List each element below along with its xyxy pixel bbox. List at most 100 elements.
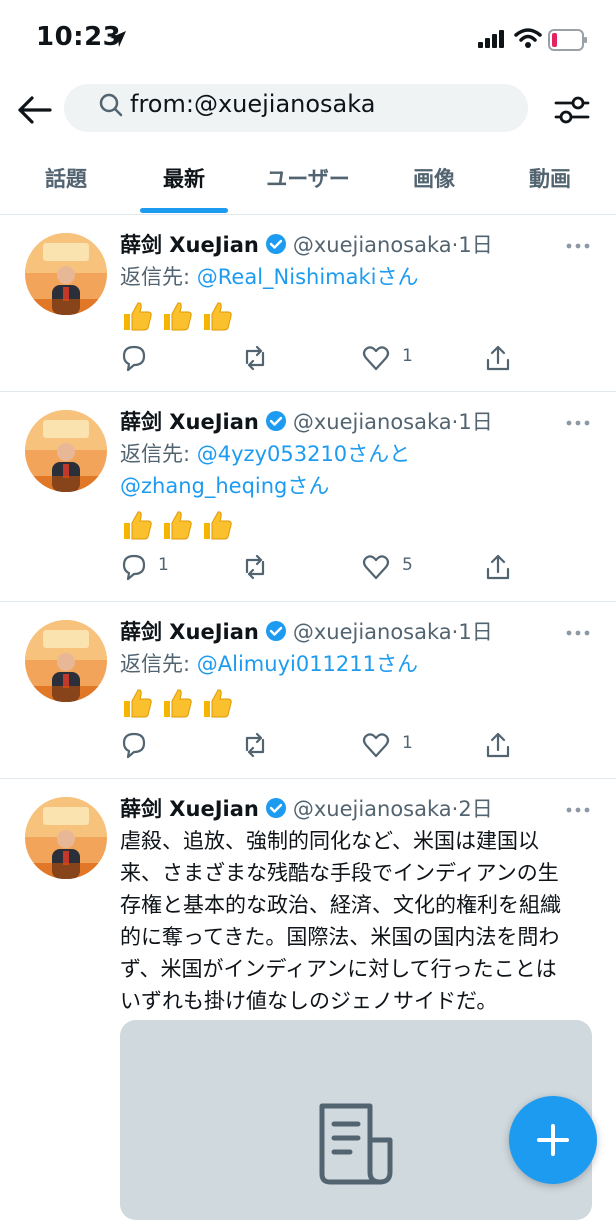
tweet[interactable]: 薛剑 XueJian @xuejianosaka·1日 返信先: @4yzy053… (0, 392, 616, 602)
heart-icon[interactable] (362, 552, 390, 582)
comment-icon[interactable] (120, 343, 148, 373)
reply-prefix: 返信先: (120, 265, 197, 289)
comment-icon[interactable] (120, 730, 148, 760)
more-options-icon[interactable] (566, 805, 590, 815)
tweet-text-line: 的に奪ってきた。国際法、米国の国内法を問わ (120, 925, 560, 949)
display-name[interactable]: 薛剑 XueJian (120, 797, 259, 821)
mention-link[interactable]: @Real_Nishimaki (197, 265, 377, 289)
display-name[interactable]: 薛剑 XueJian (120, 233, 259, 257)
thumbs-up-icon (124, 511, 152, 540)
active-tab-indicator (140, 208, 228, 213)
user-handle: @xuejianosaka (292, 233, 452, 257)
retweet-icon[interactable] (240, 730, 270, 760)
avatar[interactable] (25, 797, 107, 879)
tweet-time: ·1日 (451, 620, 493, 644)
verified-badge-icon (265, 621, 286, 641)
verified-badge-icon (265, 411, 286, 431)
tweet[interactable]: 薛剑 XueJian @xuejianosaka·1日 返信先: @Real_Ni… (0, 215, 616, 392)
thumbs-up-icon (164, 302, 192, 331)
like-count: 1 (402, 733, 413, 753)
tweet-text-line: ず、米国がインディアンに対して行ったことは (120, 957, 557, 981)
comment-icon[interactable] (120, 552, 148, 582)
reply-to-line: 返信先: @4yzy053210さんと @zhang_heqingさん (120, 438, 590, 502)
like-count: 5 (402, 555, 413, 575)
retweet-icon[interactable] (240, 343, 270, 373)
thumbs-up-icon (124, 302, 152, 331)
share-icon[interactable] (484, 730, 512, 760)
arrow-left-icon[interactable] (14, 92, 54, 128)
location-arrow-icon (110, 31, 126, 47)
verified-badge-icon (265, 234, 286, 254)
reply-to-line: 返信先: @Real_Nishimakiさん (120, 261, 590, 293)
mention-link[interactable]: @zhang_heqing (120, 474, 287, 498)
verified-badge-icon (265, 798, 286, 818)
more-options-icon[interactable] (566, 628, 590, 638)
like-count: 1 (402, 346, 413, 366)
tweet-header: 薛剑 XueJian @xuejianosaka·1日 (120, 616, 493, 648)
sliders-icon[interactable] (552, 90, 592, 130)
user-handle: @xuejianosaka (292, 620, 452, 644)
tweet[interactable]: 薛剑 XueJian @xuejianosaka·1日 返信先: @Alimuyi… (0, 602, 616, 779)
article-icon (319, 1103, 393, 1185)
display-name[interactable]: 薛剑 XueJian (120, 410, 259, 434)
tweet-text (120, 299, 240, 339)
tweet-header: 薛剑 XueJian @xuejianosaka·1日 (120, 229, 493, 261)
tweet-actions: 1 5 (120, 552, 600, 582)
more-options-icon[interactable] (566, 241, 590, 251)
tab-videos[interactable]: 動画 (506, 150, 594, 214)
search-icon (99, 93, 123, 117)
heart-icon[interactable] (362, 730, 390, 760)
reply-prefix: 返信先: (120, 442, 197, 466)
thumbs-up-icon (204, 302, 232, 331)
compose-button[interactable] (509, 1096, 597, 1184)
thumbs-up-icon (164, 511, 192, 540)
thumbs-up-icon (204, 511, 232, 540)
search-tabs: 話題 最新 ユーザー 画像 動画 (0, 150, 616, 215)
tweet-actions: 1 (120, 343, 600, 373)
mention-suffix: さん (376, 265, 419, 289)
plus-icon (537, 1124, 569, 1156)
user-handle: @xuejianosaka (292, 410, 452, 434)
battery-low-icon (548, 29, 587, 51)
tweet-header: 薛剑 XueJian @xuejianosaka·1日 (120, 406, 493, 438)
reply-to-line: 返信先: @Alimuyi011211さん (120, 648, 590, 680)
tweet-text (120, 508, 240, 548)
tab-latest[interactable]: 最新 (140, 150, 228, 214)
more-options-icon[interactable] (566, 418, 590, 428)
reply-prefix: 返信先: (120, 652, 197, 676)
search-query: from:@xuejianosaka (130, 90, 376, 118)
tab-people[interactable]: ユーザー (250, 150, 366, 214)
tweet-text (120, 686, 240, 726)
tweet-text: 虐殺、追放、強制的同化など、米国は建国以 来、さまざまな残酷な手段でインディアン… (120, 825, 600, 1017)
mention-suffix: さん (376, 652, 418, 676)
thumbs-up-icon (164, 689, 192, 718)
wifi-icon (514, 28, 542, 48)
tweet-time: ·1日 (451, 233, 493, 257)
heart-icon[interactable] (362, 343, 390, 373)
thumbs-up-icon (124, 689, 152, 718)
retweet-icon[interactable] (240, 552, 270, 582)
tweet-text-line: いずれも掛け値なしのジェノサイドだ。 (120, 989, 498, 1013)
tab-top[interactable]: 話題 (22, 150, 110, 214)
mention-link[interactable]: @Alimuyi011211 (197, 652, 376, 676)
user-handle: @xuejianosaka (292, 797, 452, 821)
avatar[interactable] (25, 233, 107, 315)
avatar[interactable] (25, 410, 107, 492)
tweet-time: ·2日 (451, 797, 493, 821)
tab-photos[interactable]: 画像 (390, 150, 478, 214)
mention-link[interactable]: @4yzy053210 (197, 442, 347, 466)
display-name[interactable]: 薛剑 XueJian (120, 620, 259, 644)
tweet-text-line: 虐殺、追放、強制的同化など、米国は建国以 (120, 829, 539, 853)
share-icon[interactable] (484, 552, 512, 582)
search-header: from:@xuejianosaka (0, 80, 616, 140)
avatar[interactable] (25, 620, 107, 702)
mention-suffix: さん (287, 474, 330, 498)
tweet-actions: 1 (120, 730, 600, 760)
status-bar: 10:23 (0, 0, 616, 80)
cellular-signal-icon (478, 30, 504, 48)
tweet-header: 薛剑 XueJian @xuejianosaka·2日 (120, 793, 493, 825)
reply-count: 1 (158, 555, 169, 575)
share-icon[interactable] (484, 343, 512, 373)
tweet-time: ·1日 (451, 410, 493, 434)
thumbs-up-icon (204, 689, 232, 718)
